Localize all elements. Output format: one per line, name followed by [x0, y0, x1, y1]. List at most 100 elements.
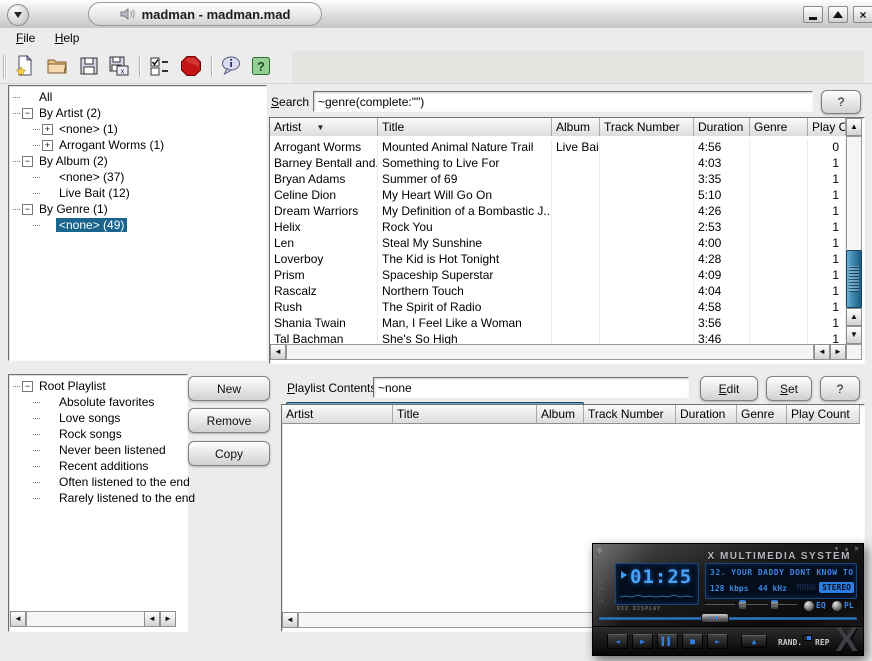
library-tree-item[interactable]: + <none> (1): [33, 121, 266, 137]
minimize-button[interactable]: [803, 6, 823, 23]
tree-expander-icon[interactable]: [42, 397, 53, 408]
song-row[interactable]: Rush The Spirit of Radio 4:58 1: [270, 299, 846, 315]
random-repeat-switch[interactable]: [803, 635, 812, 641]
seek-bar-thumb[interactable]: [701, 613, 729, 623]
column-header[interactable]: Track Number: [600, 118, 694, 136]
tree-expander-icon[interactable]: [42, 188, 53, 199]
tree-expander-icon[interactable]: [42, 220, 53, 231]
library-tree-item[interactable]: + Arrogant Worms (1): [33, 137, 266, 153]
scroll-up-button[interactable]: ▲: [846, 308, 862, 326]
visualization-waveform[interactable]: [620, 590, 694, 602]
open-library-button[interactable]: [44, 53, 70, 79]
new-playlist-button[interactable]: New: [188, 376, 270, 401]
stop-button[interactable]: [178, 53, 204, 79]
song-row[interactable]: Loverboy The Kid is Hot Tonight 4:28 1: [270, 251, 846, 267]
tree-expander-icon[interactable]: [42, 493, 53, 504]
library-tree-item[interactable]: Live Bait (12): [33, 185, 266, 201]
save-library-button[interactable]: [76, 53, 102, 79]
volume-slider[interactable]: [738, 604, 768, 605]
tip-of-the-day-button[interactable]: [218, 53, 244, 79]
scroll-left-button[interactable]: ◄: [282, 612, 298, 628]
scroll-left-button[interactable]: ◄: [10, 611, 26, 627]
whats-this-button[interactable]: ?: [248, 53, 274, 79]
playlist-tree-item[interactable]: Often listened to the end: [33, 474, 187, 490]
scroll-right-button[interactable]: ►: [160, 611, 176, 627]
tree-expander-icon[interactable]: +: [42, 140, 53, 151]
playlist-tree-item[interactable]: Never been listened: [33, 442, 187, 458]
toggle-columns-button[interactable]: [146, 53, 172, 79]
tree-expander-icon[interactable]: −: [22, 108, 33, 119]
song-row[interactable]: Dream Warriors My Definition of a Bombas…: [270, 203, 846, 219]
song-row[interactable]: Celine Dion My Heart Will Go On 5:10 1: [270, 187, 846, 203]
song-row[interactable]: Shania Twain Man, I Feel Like a Woman 3:…: [270, 315, 846, 331]
xmms-close-icon[interactable]: ×: [854, 545, 859, 553]
tree-expander-icon[interactable]: [42, 461, 53, 472]
maximize-button[interactable]: [828, 6, 848, 23]
song-row[interactable]: Arrogant Worms Mounted Animal Nature Tra…: [270, 139, 846, 155]
column-header[interactable]: Artist: [282, 405, 393, 423]
playlist-tree-item[interactable]: Recent additions: [33, 458, 187, 474]
horizontal-scrollbar-track[interactable]: [286, 344, 814, 360]
library-tree-item[interactable]: − By Album (2): [13, 153, 266, 169]
library-tree-item[interactable]: <none> (49): [33, 217, 266, 233]
playlist-tree-item[interactable]: Love songs: [33, 410, 187, 426]
close-button[interactable]: ×: [853, 6, 872, 23]
tree-expander-icon[interactable]: [22, 92, 33, 103]
playlist-tree-item[interactable]: Rock songs: [33, 426, 187, 442]
new-library-button[interactable]: [12, 53, 38, 79]
search-help-button[interactable]: ?: [821, 90, 861, 114]
song-row[interactable]: Helix Rock You 2:53 1: [270, 219, 846, 235]
playlist-contents-input[interactable]: [373, 377, 689, 398]
scroll-down-button[interactable]: ▼: [846, 326, 862, 344]
column-header[interactable]: Album: [552, 118, 600, 136]
equalizer-button[interactable]: [803, 600, 815, 612]
scroll-right-button[interactable]: ►: [830, 344, 846, 360]
library-tree-item[interactable]: All: [13, 89, 266, 105]
horizontal-splitter[interactable]: [0, 362, 872, 374]
library-tree-item[interactable]: <none> (37): [33, 169, 266, 185]
xmms-player-window[interactable]: ✜ ▾ ▴ × X MULTIMEDIA SYSTEM COBALT 01:25…: [592, 543, 864, 656]
library-tree-item[interactable]: − By Genre (1): [13, 201, 266, 217]
tree-expander-icon[interactable]: [42, 429, 53, 440]
vertical-scrollbar-thumb[interactable]: [846, 250, 862, 308]
pause-button[interactable]: ▌▌: [657, 634, 678, 649]
eject-button[interactable]: ▲: [741, 635, 767, 648]
column-header[interactable]: Duration: [694, 118, 750, 136]
time-display[interactable]: 01:25: [615, 563, 699, 605]
repeat-toggle[interactable]: REP: [815, 638, 829, 647]
titlebar[interactable]: madman - madman.mad ×: [0, 0, 872, 29]
column-header[interactable]: Genre: [737, 405, 787, 423]
stop-button[interactable]: ■: [682, 634, 703, 649]
column-header[interactable]: Genre: [750, 118, 808, 136]
playlist-help-button[interactable]: ?: [820, 376, 860, 401]
column-header[interactable]: Album: [537, 405, 584, 423]
vertical-splitter[interactable]: [265, 85, 270, 359]
menu-item[interactable]: File: [8, 28, 43, 48]
edit-playlist-button[interactable]: Edit: [700, 376, 758, 401]
tree-expander-icon[interactable]: [42, 172, 53, 183]
balance-slider[interactable]: [705, 604, 735, 605]
column-header[interactable]: Title: [393, 405, 537, 423]
column-header[interactable]: Artist▼: [270, 118, 378, 136]
scroll-left-button[interactable]: ◄: [144, 611, 160, 627]
column-header[interactable]: Track Number: [584, 405, 676, 423]
xmms-menu-icon[interactable]: ✜: [597, 546, 602, 556]
column-header[interactable]: Title: [378, 118, 552, 136]
play-button[interactable]: ▶: [632, 634, 653, 649]
tree-expander-icon[interactable]: −: [22, 156, 33, 167]
random-toggle[interactable]: RAND.: [778, 638, 802, 647]
song-row[interactable]: Len Steal My Sunshine 4:00 1: [270, 235, 846, 251]
playlist-tree-item[interactable]: − Root Playlist: [13, 378, 187, 394]
scroll-left-button[interactable]: ◄: [270, 344, 286, 360]
toolbar-drag-handle[interactable]: [3, 55, 7, 79]
scroll-up-button[interactable]: ▲: [846, 118, 862, 136]
tree-expander-icon[interactable]: −: [22, 381, 33, 392]
menu-item[interactable]: Help: [47, 28, 88, 48]
set-playlist-button[interactable]: Set: [766, 376, 812, 401]
track-title-marquee[interactable]: 32. YOUR DADDY DONT KNOW TORON: [710, 568, 853, 577]
playlist-tree-item[interactable]: Absolute favorites: [33, 394, 187, 410]
next-button[interactable]: ►: [707, 634, 728, 649]
search-input[interactable]: [313, 91, 813, 112]
song-row[interactable]: Rascalz Northern Touch 4:04 1: [270, 283, 846, 299]
song-row[interactable]: Bryan Adams Summer of 69 3:35 1: [270, 171, 846, 187]
